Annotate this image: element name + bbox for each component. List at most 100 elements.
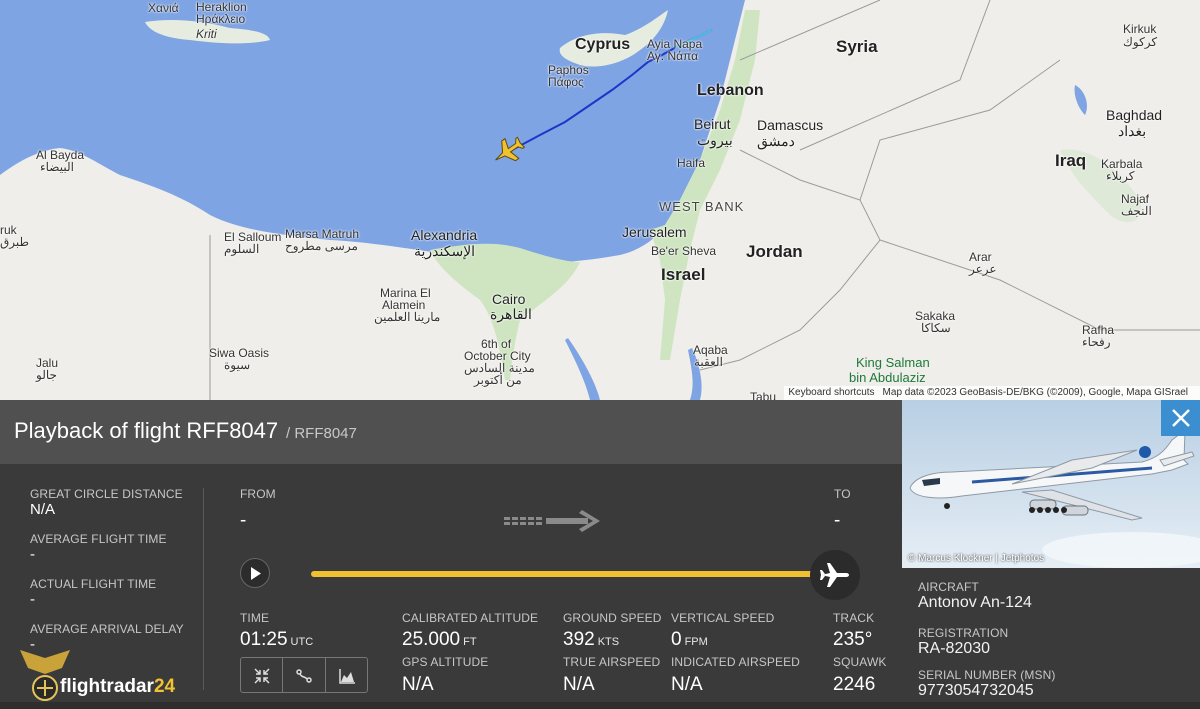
map-label-chania: Χανιά [148,1,179,15]
map-label-cairo: Cairo [492,291,526,307]
map-label-jerusalem: Jerusalem [622,224,687,240]
stat-value-distance: N/A [30,501,56,518]
play-icon [251,567,261,580]
stat-value-avg-flight-time: - [30,546,35,563]
time-label: TIME [240,611,270,625]
map-label-najaf-ar: النجف [1121,204,1152,218]
stat-value-actual-flight-time: - [30,591,35,608]
flight-callsign: / RFF8047 [286,425,357,442]
map-attribution: Keyboard shortcuts Map data ©2023 GeoBasi… [784,386,1200,400]
map-label-marina-ar: مارينا العلمين [374,310,441,324]
map-label-alexandria: Alexandria [411,227,478,243]
ground-speed-unit: KTS [597,636,620,648]
map-label-beirut-ar: بيروت [697,132,733,148]
serial-number-label: SERIAL NUMBER (MSN) [918,668,1056,682]
map-label-haifa: Haifa [677,156,706,170]
map-label-iraq: Iraq [1055,151,1087,170]
3d-view-button[interactable] [241,658,284,692]
map-label-tabuk: Tabu [750,390,777,400]
ground-speed-value: 392 [563,629,595,650]
map-label-damascus: Damascus [757,117,824,133]
photo-credit[interactable]: © Marcus Klockner | Jetphotos [908,553,1044,564]
bottom-bar [0,702,1200,709]
vertical-speed-unit: FPM [684,636,708,648]
true-airspeed-value: N/A [563,674,595,695]
close-icon [1172,409,1190,427]
map-label-ayia-napa-gr: Αγ. Νάπα [647,49,699,63]
page-title: Playback of flight RFF8047 [14,418,279,443]
plane-icon [820,563,849,587]
map-label-kriti: Kriti [196,27,217,41]
playback-progress-bar[interactable] [311,571,827,577]
collapse-icon [254,668,270,684]
playback-panel: Playback of flight RFF8047 / RFF8047 GRE… [0,400,902,709]
to-value: - [834,510,841,531]
aircraft-photo[interactable]: © Marcus Klockner | Jetphotos [902,400,1200,568]
panel-divider [203,488,204,690]
map-label-israel: Israel [661,265,706,284]
map-canvas [0,0,1200,400]
map-label-syria: Syria [836,37,878,56]
route-view-button[interactable] [283,658,326,692]
aircraft-label: AIRCRAFT [918,580,979,594]
map-label-damascus-ar: دمشق [757,133,795,149]
map-label-sakaka-ar: سكاكا [921,321,951,335]
map-label-beer-sheva: Be'er Sheva [651,244,716,258]
map-label-park: King Salman [856,355,930,370]
map-label-park2: bin Abdulaziz [849,370,926,385]
emblem-icon [20,650,70,701]
registration-value: RA-82030 [918,640,991,657]
graph-view-button[interactable] [326,658,367,692]
logo-number: 24 [153,676,176,697]
serial-number-value: 9773054732045 [918,682,1034,699]
vertical-speed-value: 0 [671,629,682,650]
map-label-paphos-gr: Πάφος [548,75,584,89]
time-unit: UTC [290,636,314,648]
squawk-label: SQUAWK [833,655,887,669]
map-label-karbala-ar: كربلاء [1106,169,1135,183]
map-label-jordan: Jordan [746,242,803,261]
map-data-credit: Map data ©2023 GeoBasis-DE/BKG (©2009), … [882,387,1188,398]
map-label-tobruk-ar: طبرق [0,235,30,249]
gps-altitude-value: N/A [402,674,434,695]
panel-header: Playback of flight RFF8047 / RFF8047 [0,400,902,464]
flightradar-logo[interactable]: flightradar24 [10,640,200,709]
aircraft-value: Antonov An-124 [918,594,1032,611]
close-button[interactable] [1161,400,1200,436]
calibrated-altitude-value: 25.000 [402,629,461,650]
map-label-west-bank: WEST BANK [659,199,745,214]
keyboard-shortcuts-link[interactable]: Keyboard shortcuts [788,387,874,398]
play-button[interactable] [240,558,270,588]
route-arrow-icon [500,508,605,539]
map-label-baghdad-ar: بغداد [1118,123,1147,139]
indicated-airspeed-value: N/A [671,674,703,695]
map-label-alexandria-ar: الإسكندرية [414,243,476,259]
aircraft-info-panel: © Marcus Klockner | Jetphotos AIRCRAFT A… [902,400,1200,709]
from-value: - [240,510,247,531]
calibrated-altitude-label: CALIBRATED ALTITUDE [402,611,539,625]
map-label-baghdad: Baghdad [1106,107,1163,123]
map-label-beirut: Beirut [694,116,731,132]
chart-icon [338,669,355,684]
map-label-rafha-ar: رفحاء [1082,335,1111,349]
route-icon [296,669,313,683]
logo-text: flightradar [60,676,154,697]
map-label-lebanon: Lebanon [697,82,764,99]
track-label: TRACK [833,611,875,625]
map-label-jalu-ar: جالو [36,368,57,382]
vertical-speed-label: VERTICAL SPEED [671,611,775,625]
indicated-airspeed-label: INDICATED AIRSPEED [671,655,800,669]
map-label-kirkuk: Kirkuk [1123,22,1157,36]
map-label-arar-ar: عرعر [969,262,997,276]
flight-map[interactable]: Χανιά Heraklion Ηράκλειο Kriti Cyprus Ay… [0,0,1200,400]
playback-scrubber[interactable] [810,550,860,600]
stat-label-avg-flight-time: AVERAGE FLIGHT TIME [30,532,167,546]
map-label-el-salloum-ar: السلوم [224,242,260,256]
map-label-cyprus: Cyprus [575,36,631,53]
aircraft-image [902,400,1200,568]
squawk-value: 2246 [833,674,876,695]
time-value: 01:25 [240,629,288,650]
stat-label-distance: GREAT CIRCLE DISTANCE [30,487,183,501]
map-label-heraklion-gr: Ηράκλειο [196,12,246,26]
calibrated-altitude-unit: FT [463,636,477,648]
